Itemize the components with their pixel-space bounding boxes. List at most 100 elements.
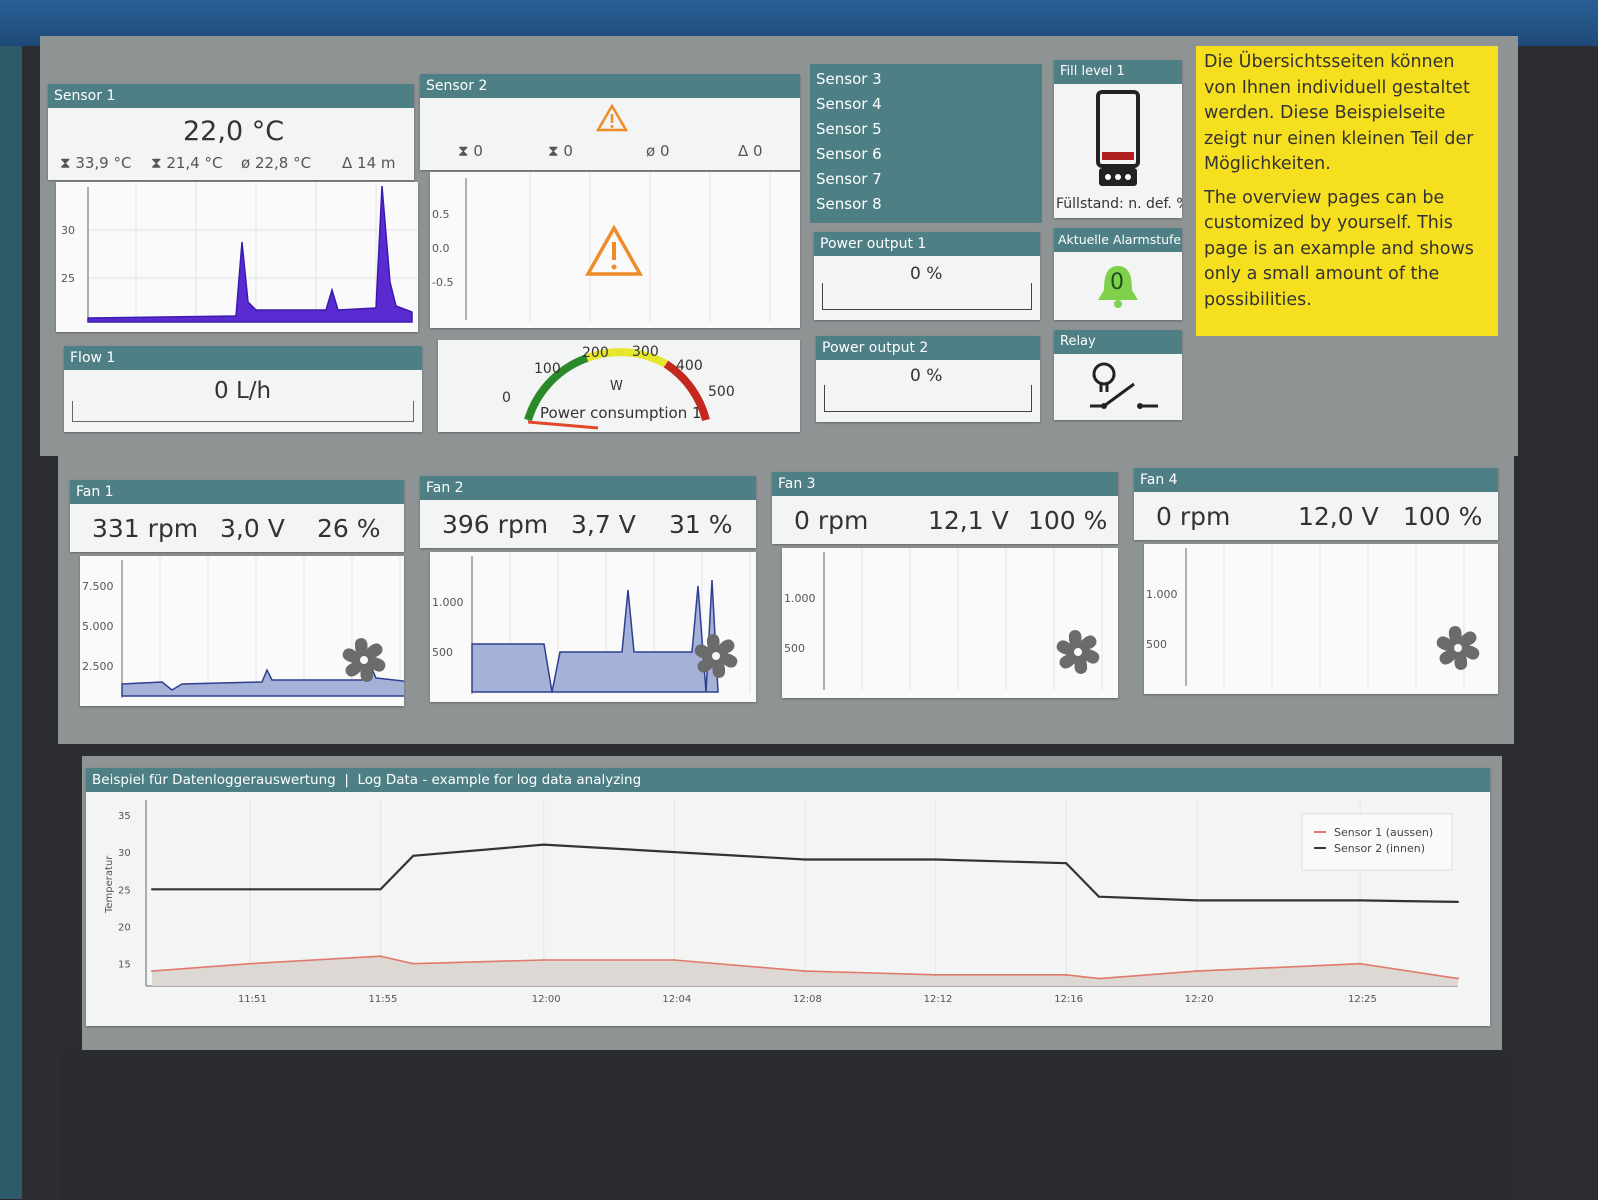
fan-chart[interactable]: 1.000 500 bbox=[1144, 544, 1498, 694]
log-ytick: 20 bbox=[118, 922, 131, 933]
sensor2-widget[interactable]: Sensor 2 ⧗ 0 ⧗ 0 ø 0 Δ 0 bbox=[420, 74, 800, 170]
fan-rpm: 0 rpm bbox=[794, 506, 869, 535]
fan-percent: 100 % bbox=[1028, 506, 1108, 535]
sensor2-chart-svg: 0.5 0.0 -0.5 bbox=[432, 172, 771, 322]
data-point bbox=[542, 958, 545, 961]
fan-percent: 26 % bbox=[317, 514, 381, 543]
fan-chart[interactable]: 1.000 500 bbox=[430, 552, 756, 702]
sensor-list-item[interactable]: Sensor 5 bbox=[810, 117, 1042, 142]
log-widget[interactable]: Beispiel für Datenloggerauswertung | Log… bbox=[86, 768, 1490, 1026]
fan-widget[interactable]: Fan 1 331 rpm 3,0 V 26 % bbox=[70, 480, 404, 552]
fan-widget[interactable]: Fan 2 396 rpm 3,7 V 31 % bbox=[420, 476, 756, 548]
power-output1-value: 0 % bbox=[910, 264, 943, 284]
sensor2-min-value: 0 bbox=[563, 142, 573, 160]
fan-ytick: 7.500 bbox=[82, 580, 114, 593]
fan-title: Fan 3 bbox=[772, 472, 1118, 496]
legend-label: Sensor 2 (innen) bbox=[1334, 842, 1425, 855]
data-point bbox=[412, 854, 415, 857]
sensor-list-item[interactable]: Sensor 4 bbox=[810, 92, 1042, 117]
fan-rpm: 0 rpm bbox=[1156, 502, 1231, 531]
sensor-list-item[interactable]: Sensor 6 bbox=[810, 142, 1042, 167]
legend-label: Sensor 1 (aussen) bbox=[1334, 826, 1433, 839]
min-icon: ⧗ bbox=[548, 142, 564, 160]
data-point bbox=[804, 858, 806, 861]
gauge-label: Power consumption 1 bbox=[540, 404, 702, 422]
sensor2-title: Sensor 2 bbox=[420, 74, 800, 98]
data-point bbox=[1065, 973, 1068, 976]
log-xtick: 12:08 bbox=[793, 994, 822, 1005]
fan-ytick: 500 bbox=[432, 646, 453, 659]
max-icon: ⧗ bbox=[60, 154, 76, 172]
log-xtick: 12:20 bbox=[1185, 994, 1214, 1005]
sensor1-chart-svg: 30 25 bbox=[61, 182, 418, 323]
fan-icon bbox=[342, 638, 386, 682]
log-xtick: 12:04 bbox=[662, 994, 691, 1005]
data-point bbox=[248, 962, 251, 965]
power-consumption-gauge[interactable]: 0 100 200 300 400 500 W Power consumptio… bbox=[438, 340, 800, 432]
gauge-needle bbox=[527, 420, 599, 430]
sensor2-ytick: -0.5 bbox=[432, 276, 453, 289]
fan-ytick: 1.000 bbox=[784, 592, 816, 605]
gauge-unit: W bbox=[610, 379, 623, 394]
fan-voltage: 3,0 V bbox=[220, 514, 285, 543]
fan-voltage: 12,1 V bbox=[928, 506, 1009, 535]
power-output1-widget[interactable]: Power output 1 0 % bbox=[814, 232, 1040, 320]
data-point bbox=[1065, 862, 1068, 865]
sensor1-line bbox=[87, 185, 413, 323]
sensor2-chart[interactable]: 0.5 0.0 -0.5 bbox=[430, 172, 800, 328]
fan-chart[interactable]: 7.500 5.000 2.500 bbox=[80, 556, 413, 706]
log-xtick: 12:25 bbox=[1348, 994, 1377, 1005]
fan-icon bbox=[1056, 630, 1100, 674]
data-point bbox=[673, 958, 676, 961]
data-point bbox=[412, 962, 415, 965]
interval-icon: Δ bbox=[738, 142, 754, 160]
flow-widget[interactable]: Flow 1 0 L/h bbox=[64, 346, 422, 432]
power-output2-title: Power output 2 bbox=[816, 336, 1040, 360]
relay-switch-icon bbox=[1084, 360, 1164, 418]
data-point bbox=[1195, 899, 1198, 902]
gauge-tick: 200 bbox=[582, 345, 609, 361]
fan-ytick: 1.000 bbox=[432, 596, 464, 609]
fan-widget[interactable]: Fan 3 0 rpm 12,1 V 100 % bbox=[772, 472, 1118, 544]
alarm-title: Aktuelle Alarmstufe bbox=[1054, 228, 1182, 252]
log-xtick: 12:16 bbox=[1054, 994, 1083, 1005]
sensor1-widget[interactable]: Sensor 1 22,0 °C ⧗ 33,9 °C ⧗ 21,4 °C ø 2… bbox=[48, 84, 414, 180]
interval-icon: Δ bbox=[342, 154, 358, 172]
flow-title: Flow 1 bbox=[64, 346, 422, 370]
data-point bbox=[1195, 970, 1198, 973]
fan-icon bbox=[1436, 626, 1480, 670]
gauge-tick: 400 bbox=[676, 358, 703, 374]
fan-voltage: 3,7 V bbox=[571, 510, 636, 539]
sensor1-ytick: 25 bbox=[61, 272, 75, 285]
relay-widget[interactable]: Relay bbox=[1054, 330, 1182, 420]
power-output2-widget[interactable]: Power output 2 0 % bbox=[816, 336, 1040, 422]
sensor-list-item[interactable]: Sensor 8 bbox=[810, 192, 1042, 217]
sensor-list-item[interactable]: Sensor 7 bbox=[810, 167, 1042, 192]
sensor2-interval: Δ 0 bbox=[738, 142, 763, 160]
log-ytick: 35 bbox=[118, 811, 131, 822]
sensor2-avg: ø 0 bbox=[646, 142, 670, 160]
power-output1-bar bbox=[822, 283, 1032, 310]
data-point bbox=[379, 955, 382, 958]
data-point bbox=[542, 843, 545, 846]
data-point bbox=[151, 970, 153, 973]
fan-widget[interactable]: Fan 4 0 rpm 12,0 V 100 % bbox=[1134, 468, 1498, 540]
data-point bbox=[1097, 895, 1100, 898]
fan-title: Fan 2 bbox=[420, 476, 756, 500]
fan-chart[interactable]: 1.000 500 bbox=[782, 548, 1118, 698]
power-output2-value: 0 % bbox=[910, 366, 943, 386]
data-point bbox=[151, 888, 153, 891]
sensor1-chart[interactable]: 30 25 bbox=[56, 182, 418, 332]
sensor-list-item[interactable]: Sensor 3 bbox=[810, 67, 1042, 92]
fan-ytick: 500 bbox=[1146, 638, 1167, 651]
fan-rpm: 396 rpm bbox=[442, 510, 549, 539]
fan-ytick: 2.500 bbox=[82, 660, 114, 673]
avg-icon: ø bbox=[646, 142, 660, 160]
info-note-en: The overview pages can be customized by … bbox=[1204, 187, 1474, 310]
fill-level-widget[interactable]: Fill level 1 Füllstand: n. def. % bbox=[1054, 60, 1182, 218]
fan-chart-svg: 1.000 500 bbox=[432, 552, 751, 694]
alarm-widget[interactable]: Aktuelle Alarmstufe 0 bbox=[1054, 228, 1182, 320]
left-sidebar bbox=[0, 46, 22, 1199]
sensor1-max-value: 33,9 °C bbox=[75, 154, 132, 172]
power-output1-title: Power output 1 bbox=[814, 232, 1040, 256]
